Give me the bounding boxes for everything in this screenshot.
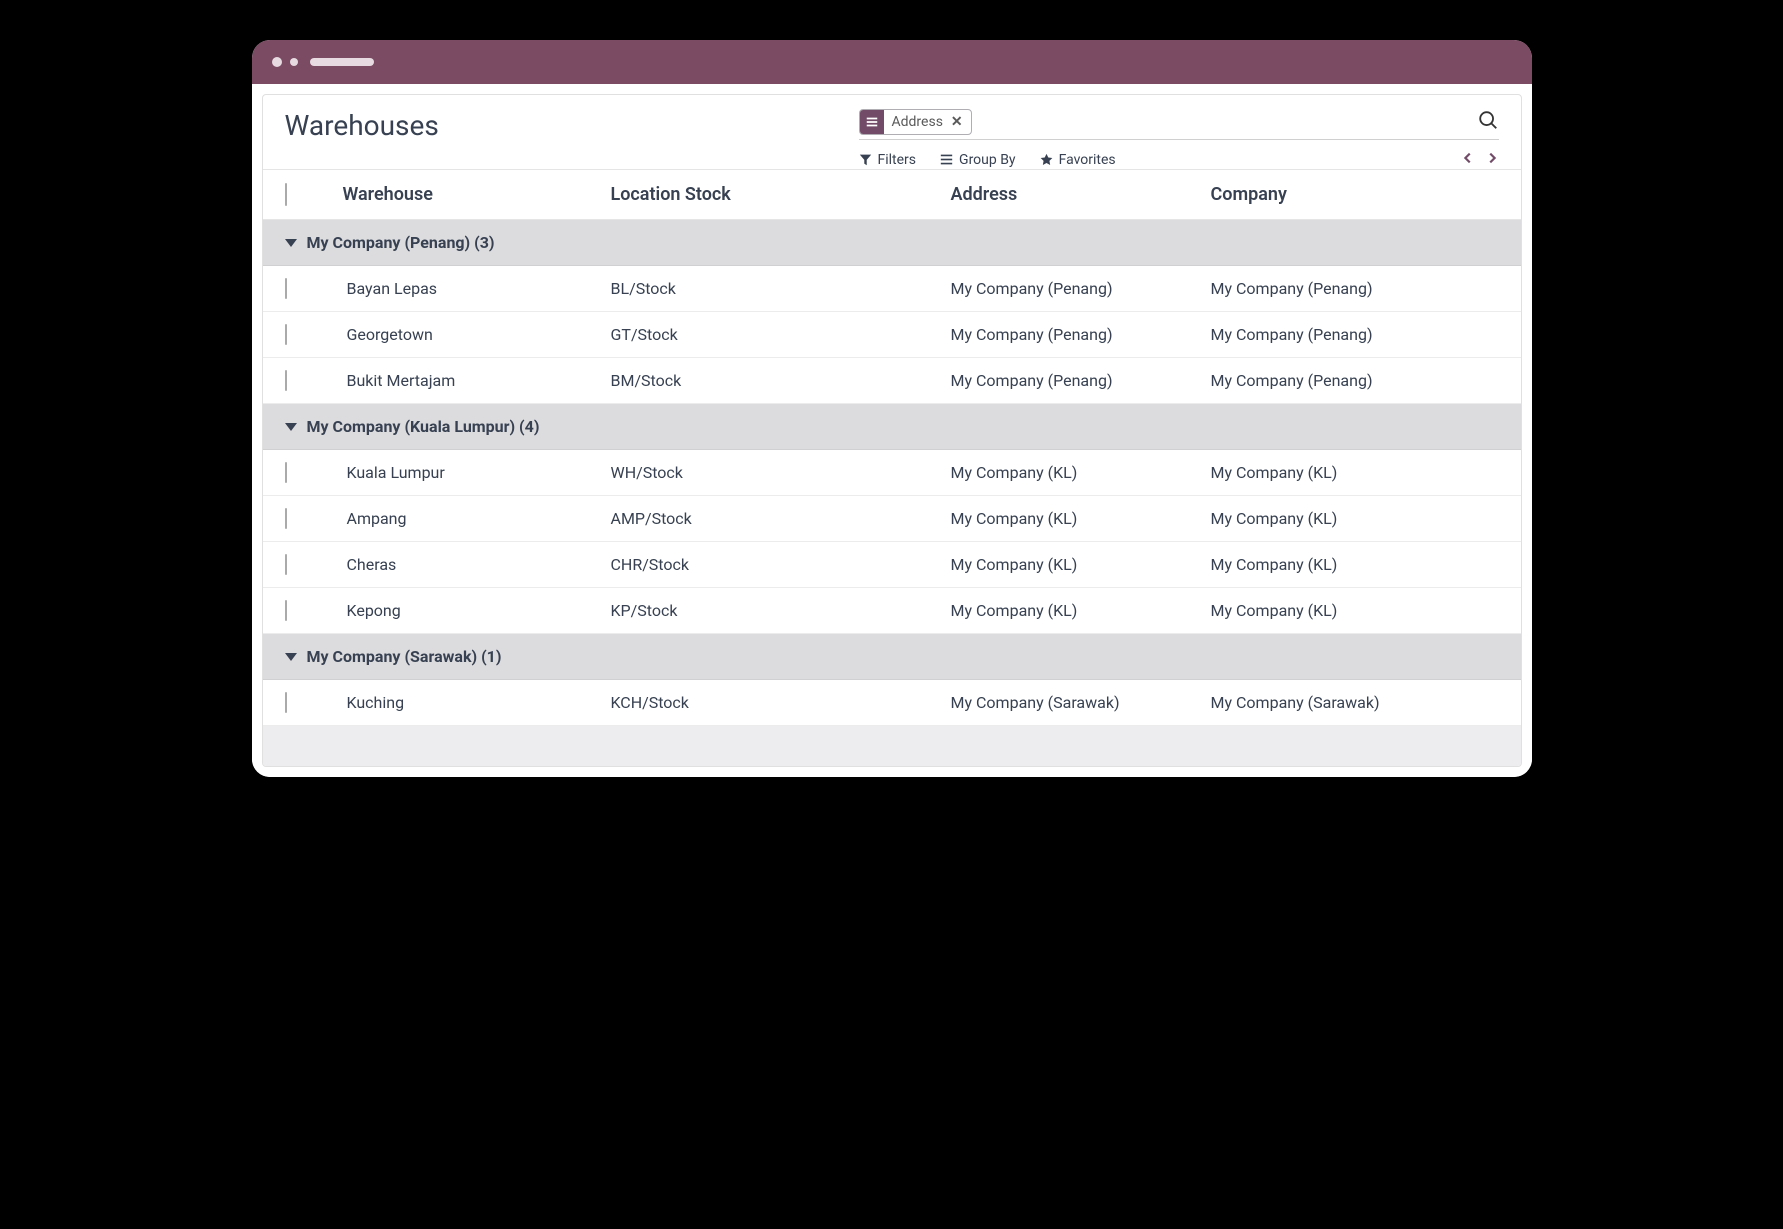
cell-location-stock: KP/Stock — [611, 601, 951, 620]
row-checkbox[interactable] — [285, 278, 287, 299]
group-row[interactable]: My Company (Kuala Lumpur) (4) — [263, 404, 1521, 450]
cell-location-stock: KCH/Stock — [611, 693, 951, 712]
cell-company: My Company (Penang) — [1211, 279, 1499, 298]
table-row[interactable]: KepongKP/StockMy Company (KL)My Company … — [263, 588, 1521, 634]
row-checkbox[interactable] — [285, 600, 287, 621]
search-facet: Address ✕ — [859, 109, 972, 135]
window-title-bar — [252, 40, 1532, 84]
cell-location-stock: CHR/Stock — [611, 555, 951, 574]
search-toolbar: Filters Group By Favorites — [859, 140, 1499, 169]
cell-company: My Company (Penang) — [1211, 325, 1499, 344]
caret-down-icon — [285, 653, 297, 661]
favorites-button[interactable]: Favorites — [1040, 152, 1116, 168]
cell-address: My Company (Penang) — [951, 371, 1211, 390]
cell-company: My Company (KL) — [1211, 509, 1499, 528]
cell-address: My Company (Penang) — [951, 325, 1211, 344]
filters-label: Filters — [878, 152, 917, 168]
cell-warehouse: Bayan Lepas — [343, 279, 611, 298]
window-url-pill-icon — [310, 58, 374, 66]
window-dot-icon — [272, 57, 282, 67]
main-panel: Warehouses Address ✕ — [262, 94, 1522, 767]
cell-company: My Company (KL) — [1211, 601, 1499, 620]
col-location-stock[interactable]: Location Stock — [611, 184, 951, 205]
search-facet-remove-button[interactable]: ✕ — [949, 110, 971, 134]
browser-window: Warehouses Address ✕ — [252, 40, 1532, 777]
cell-address: My Company (KL) — [951, 509, 1211, 528]
col-company[interactable]: Company — [1211, 184, 1499, 205]
cell-company: My Company (Penang) — [1211, 371, 1499, 390]
table-row[interactable]: KuchingKCH/StockMy Company (Sarawak)My C… — [263, 680, 1521, 726]
table-row[interactable]: Bukit MertajamBM/StockMy Company (Penang… — [263, 358, 1521, 404]
group-label: My Company (Kuala Lumpur) (4) — [307, 417, 540, 436]
table-row[interactable]: CherasCHR/StockMy Company (KL)My Company… — [263, 542, 1521, 588]
row-checkbox[interactable] — [285, 370, 287, 391]
cell-location-stock: GT/Stock — [611, 325, 951, 344]
cell-warehouse: Georgetown — [343, 325, 611, 344]
search-icon[interactable] — [1477, 109, 1499, 135]
cell-company: My Company (KL) — [1211, 555, 1499, 574]
content-area: Warehouses Address ✕ — [252, 84, 1532, 777]
cell-address: My Company (Penang) — [951, 279, 1211, 298]
caret-down-icon — [285, 423, 297, 431]
group-row[interactable]: My Company (Penang) (3) — [263, 220, 1521, 266]
cell-warehouse: Ampang — [343, 509, 611, 528]
groupby-facet-icon — [860, 110, 884, 134]
cell-location-stock: WH/Stock — [611, 463, 951, 482]
cell-warehouse: Bukit Mertajam — [343, 371, 611, 390]
table-header: Warehouse Location Stock Address Company — [263, 169, 1521, 220]
cell-location-stock: BL/Stock — [611, 279, 951, 298]
col-address[interactable]: Address — [951, 184, 1211, 205]
cell-location-stock: BM/Stock — [611, 371, 951, 390]
select-all-checkbox[interactable] — [285, 183, 287, 206]
header-row: Warehouses Address ✕ — [263, 95, 1521, 169]
cell-address: My Company (KL) — [951, 601, 1211, 620]
cell-address: My Company (KL) — [951, 555, 1211, 574]
group-label: My Company (Penang) (3) — [307, 233, 495, 252]
search-facet-label: Address — [884, 110, 949, 134]
cell-location-stock: AMP/Stock — [611, 509, 951, 528]
group-by-label: Group By — [959, 152, 1016, 168]
pager — [1461, 150, 1499, 169]
row-checkbox[interactable] — [285, 508, 287, 529]
row-checkbox[interactable] — [285, 462, 287, 483]
group-row[interactable]: My Company (Sarawak) (1) — [263, 634, 1521, 680]
table-row[interactable]: Bayan LepasBL/StockMy Company (Penang)My… — [263, 266, 1521, 312]
table-body: My Company (Penang) (3) Bayan LepasBL/Sto… — [263, 220, 1521, 726]
cell-warehouse: Cheras — [343, 555, 611, 574]
group-label: My Company (Sarawak) (1) — [307, 647, 502, 666]
table-footer-gap — [263, 726, 1521, 766]
window-dot-icon — [290, 58, 298, 66]
group-by-button[interactable]: Group By — [940, 152, 1016, 168]
page-title: Warehouses — [285, 109, 439, 142]
cell-warehouse: Kepong — [343, 601, 611, 620]
table-row[interactable]: GeorgetownGT/StockMy Company (Penang)My … — [263, 312, 1521, 358]
col-warehouse[interactable]: Warehouse — [343, 184, 611, 205]
table-row[interactable]: AmpangAMP/StockMy Company (KL)My Company… — [263, 496, 1521, 542]
cell-warehouse: Kuala Lumpur — [343, 463, 611, 482]
cell-address: My Company (Sarawak) — [951, 693, 1211, 712]
row-checkbox[interactable] — [285, 554, 287, 575]
cell-company: My Company (Sarawak) — [1211, 693, 1499, 712]
cell-company: My Company (KL) — [1211, 463, 1499, 482]
cell-warehouse: Kuching — [343, 693, 611, 712]
cell-address: My Company (KL) — [951, 463, 1211, 482]
filters-button[interactable]: Filters — [859, 152, 917, 168]
row-checkbox[interactable] — [285, 324, 287, 345]
favorites-label: Favorites — [1059, 152, 1116, 168]
prev-page-button[interactable] — [1461, 150, 1475, 169]
row-checkbox[interactable] — [285, 692, 287, 713]
search-column: Address ✕ Filters — [859, 109, 1499, 169]
next-page-button[interactable] — [1485, 150, 1499, 169]
search-box[interactable]: Address ✕ — [859, 109, 1499, 140]
caret-down-icon — [285, 239, 297, 247]
table-row[interactable]: Kuala LumpurWH/StockMy Company (KL)My Co… — [263, 450, 1521, 496]
